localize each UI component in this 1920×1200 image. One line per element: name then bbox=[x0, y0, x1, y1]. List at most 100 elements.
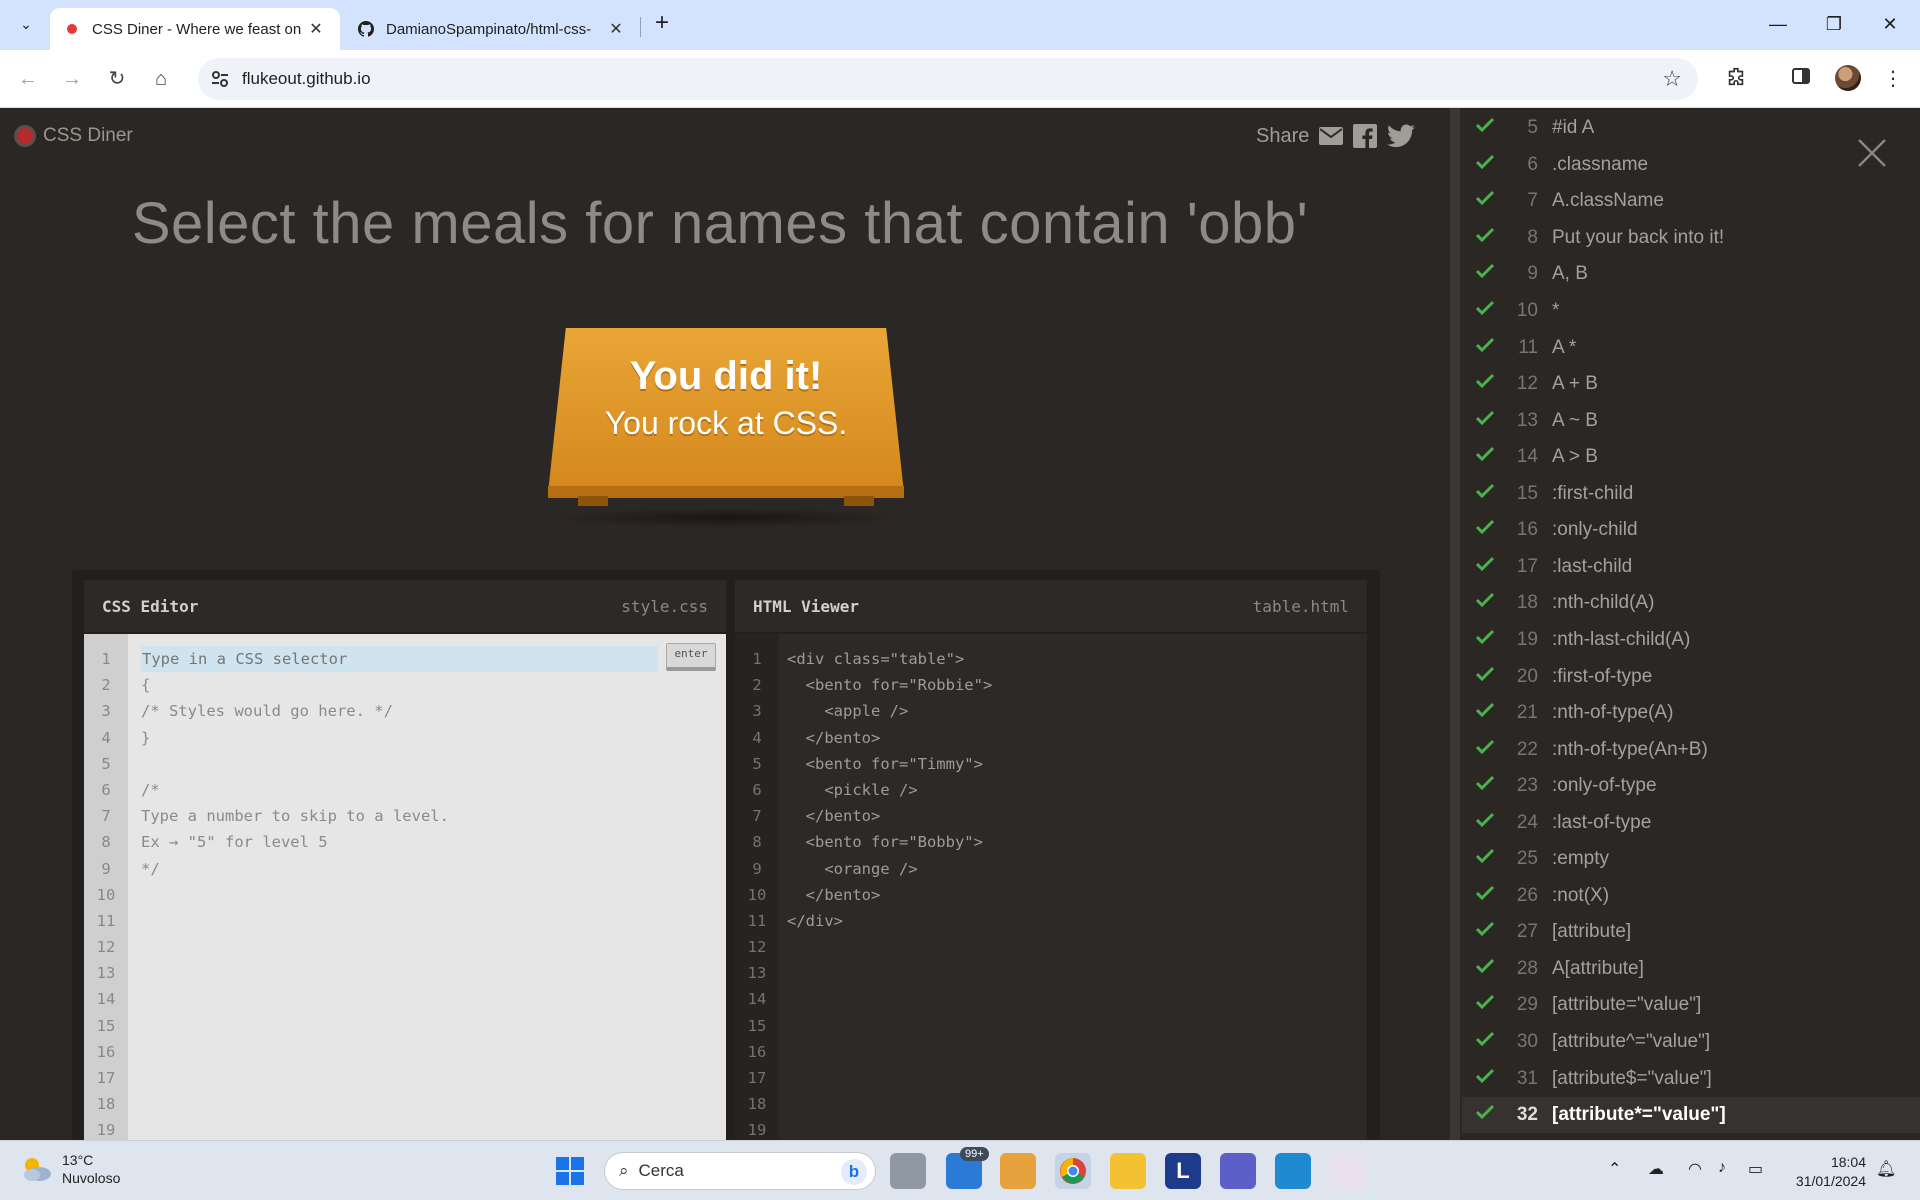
bing-icon[interactable]: b bbox=[841, 1159, 867, 1185]
reload-icon[interactable]: ↻ bbox=[103, 65, 131, 93]
level-item[interactable]: 5 #id A bbox=[1462, 110, 1920, 147]
css-editor-title: CSS Editor bbox=[102, 596, 199, 616]
tab-close-icon[interactable]: ✕ bbox=[306, 19, 326, 39]
level-item[interactable]: 15:first-child bbox=[1462, 476, 1920, 513]
enter-button[interactable]: enter bbox=[666, 643, 716, 671]
windows-start-icon[interactable] bbox=[556, 1157, 584, 1185]
level-item[interactable]: 7 A.className bbox=[1462, 183, 1920, 220]
level-item[interactable]: 26:not(X) bbox=[1462, 878, 1920, 915]
checkmark-icon bbox=[1475, 1031, 1506, 1053]
html-code-lines[interactable]: <div class="table"> <bento for="Robbie">… bbox=[787, 646, 1357, 1144]
level-name: A * bbox=[1552, 336, 1577, 358]
close-level-menu-icon[interactable] bbox=[1855, 136, 1889, 170]
level-item[interactable]: 24:last-of-type bbox=[1462, 804, 1920, 841]
windows-taskbar: 13°C Nuvoloso ⌕ Cerca b 99+ L ⌃ ☁ ◠ ♪ ▭ … bbox=[0, 1140, 1920, 1200]
level-item[interactable]: 20:first-of-type bbox=[1462, 658, 1920, 695]
chrome-app-icon[interactable] bbox=[1055, 1153, 1091, 1189]
css-selector-input[interactable] bbox=[141, 646, 658, 672]
html-code-line: <bento for="Bobby"> bbox=[787, 833, 983, 852]
completion-message: You did it! You rock at CSS. bbox=[548, 354, 904, 442]
level-item[interactable]: 18:nth-child(A) bbox=[1462, 585, 1920, 622]
back-arrow-icon[interactable]: ← bbox=[14, 65, 42, 93]
level-item[interactable]: 14 A > B bbox=[1462, 439, 1920, 476]
level-item[interactable]: 21:nth-of-type(A) bbox=[1462, 695, 1920, 732]
level-item[interactable]: 9 A, B bbox=[1462, 256, 1920, 293]
level-item[interactable]: 31 [attribute$="value"] bbox=[1462, 1060, 1920, 1097]
level-item[interactable]: 8 Put your back into it! bbox=[1462, 220, 1920, 257]
tab-css-diner[interactable]: CSS Diner - Where we feast on ( ✕ bbox=[50, 8, 340, 50]
new-tab-plus-icon[interactable]: + bbox=[650, 11, 674, 36]
profile-avatar[interactable] bbox=[1835, 65, 1861, 91]
mail-app-icon[interactable]: 99+ bbox=[946, 1147, 989, 1189]
level-number: 7 bbox=[1527, 190, 1538, 212]
side-panel-icon[interactable] bbox=[1788, 66, 1814, 92]
battery-icon[interactable]: ▭ bbox=[1748, 1159, 1763, 1179]
l-app-icon[interactable]: L bbox=[1165, 1153, 1201, 1189]
facebook-icon[interactable] bbox=[1353, 124, 1378, 148]
level-item[interactable]: 11 A * bbox=[1462, 329, 1920, 366]
checkmark-icon bbox=[1475, 300, 1506, 322]
level-number: 30 bbox=[1516, 1031, 1538, 1052]
level-number: 12 bbox=[1516, 373, 1538, 395]
browser-menu-kebab-icon[interactable]: ⋮ bbox=[1880, 66, 1906, 92]
level-number: 8 bbox=[1527, 226, 1538, 248]
level-item[interactable]: 17:last-child bbox=[1462, 549, 1920, 586]
notification-bell-icon[interactable]: 🔔︎ bbox=[1876, 1159, 1896, 1179]
checkmark-icon bbox=[1475, 410, 1506, 432]
level-number: 23 bbox=[1516, 775, 1538, 797]
level-item[interactable]: 27 [attribute] bbox=[1462, 914, 1920, 951]
line-number: 17 bbox=[96, 1069, 116, 1087]
wifi-icon[interactable]: ◠ bbox=[1688, 1159, 1702, 1179]
level-name: A[attribute] bbox=[1552, 957, 1644, 979]
level-item[interactable]: 12 A + B bbox=[1462, 366, 1920, 403]
extensions-puzzle-icon[interactable] bbox=[1723, 66, 1749, 92]
level-item[interactable]: 16:only-child bbox=[1462, 512, 1920, 549]
taskbar-search[interactable]: ⌕ Cerca b bbox=[604, 1152, 876, 1190]
level-item[interactable]: 6 .classname bbox=[1462, 147, 1920, 184]
teams-app-icon[interactable] bbox=[1220, 1153, 1256, 1189]
forward-arrow-icon[interactable]: → bbox=[58, 65, 86, 93]
tab-github[interactable]: DamianoSpampinato/html-css- ✕ bbox=[344, 8, 640, 50]
search-icon: ⌕ bbox=[619, 1161, 629, 1180]
level-item[interactable]: 28 A[attribute] bbox=[1462, 951, 1920, 988]
level-item[interactable]: 22:nth-of-type(An+B) bbox=[1462, 731, 1920, 768]
tab-list-chevron-down-icon[interactable]: ⌄ bbox=[12, 10, 40, 38]
level-instruction: Select the meals for names that contain … bbox=[131, 191, 1309, 256]
level-name: [attribute$="value"] bbox=[1552, 1067, 1712, 1089]
site-info-tune-icon[interactable] bbox=[208, 67, 232, 91]
minimize-icon[interactable]: — bbox=[1758, 10, 1798, 38]
checkmark-icon bbox=[1475, 373, 1506, 395]
store-app-icon[interactable] bbox=[1000, 1153, 1036, 1189]
level-item[interactable]: 10 * bbox=[1462, 293, 1920, 330]
restore-icon[interactable]: ❐ bbox=[1814, 10, 1854, 38]
system-clock[interactable]: 18:04 31/01/2024 bbox=[1780, 1153, 1866, 1191]
window-close-icon[interactable]: ✕ bbox=[1870, 10, 1910, 38]
weather-widget[interactable]: 13°C Nuvoloso bbox=[20, 1151, 120, 1187]
mail-badge: 99+ bbox=[960, 1147, 989, 1161]
home-icon[interactable]: ⌂ bbox=[147, 65, 175, 93]
tab-close-icon[interactable]: ✕ bbox=[606, 19, 626, 39]
level-item[interactable]: 30 [attribute^="value"] bbox=[1462, 1024, 1920, 1061]
twitter-icon[interactable] bbox=[1387, 124, 1416, 148]
level-list-scrollbar[interactable] bbox=[1450, 108, 1460, 1140]
bookmark-star-icon[interactable]: ☆ bbox=[1662, 66, 1682, 92]
level-item[interactable]: 13 A ~ B bbox=[1462, 402, 1920, 439]
css-diner-logo[interactable]: CSS Diner bbox=[14, 125, 133, 147]
level-number: 13 bbox=[1516, 409, 1538, 431]
level-item[interactable]: 19:nth-last-child(A) bbox=[1462, 622, 1920, 659]
file-explorer-icon[interactable] bbox=[1110, 1153, 1146, 1189]
volume-icon[interactable]: ♪ bbox=[1718, 1159, 1726, 1177]
vscode-app-icon[interactable] bbox=[1275, 1153, 1311, 1189]
level-name: :last-child bbox=[1552, 555, 1633, 577]
html-code-line bbox=[787, 1013, 1357, 1039]
slack-app-icon[interactable] bbox=[1330, 1153, 1366, 1189]
onedrive-cloud-icon[interactable]: ☁ bbox=[1648, 1159, 1664, 1179]
level-item[interactable]: 25:empty bbox=[1462, 841, 1920, 878]
level-item[interactable]: 32 [attribute*="value"] bbox=[1462, 1096, 1920, 1134]
address-bar[interactable]: flukeout.github.io ☆ bbox=[198, 58, 1698, 100]
email-icon[interactable] bbox=[1319, 127, 1344, 145]
level-item[interactable]: 23:only-of-type bbox=[1462, 768, 1920, 805]
task-view-icon[interactable] bbox=[890, 1153, 926, 1189]
tray-chevron-up-icon[interactable]: ⌃ bbox=[1608, 1159, 1621, 1179]
level-item[interactable]: 29 [attribute="value"] bbox=[1462, 987, 1920, 1024]
